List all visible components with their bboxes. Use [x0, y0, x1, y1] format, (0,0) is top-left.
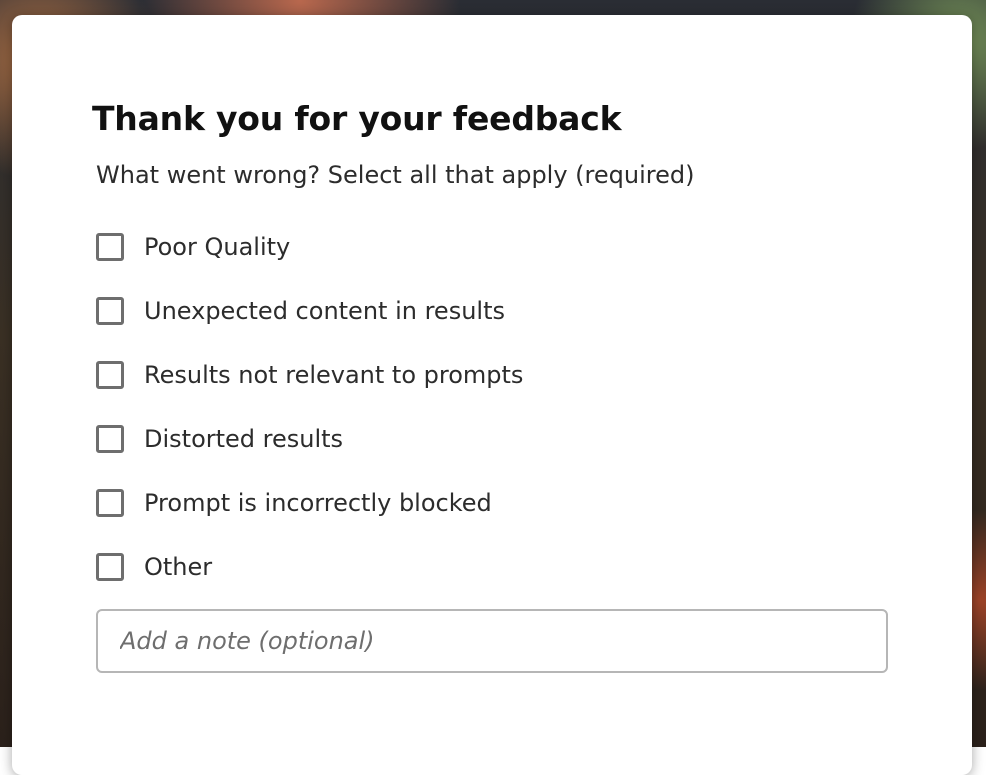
- option-poor-quality[interactable]: Poor Quality: [96, 215, 896, 279]
- option-other[interactable]: Other: [96, 535, 896, 599]
- feedback-options: Poor Quality Unexpected content in resul…: [96, 215, 896, 599]
- feedback-dialog: Thank you for your feedback What went wr…: [12, 15, 972, 775]
- option-label: Results not relevant to prompts: [144, 361, 524, 389]
- option-label: Other: [144, 553, 213, 581]
- option-not-relevant[interactable]: Results not relevant to prompts: [96, 343, 896, 407]
- option-distorted[interactable]: Distorted results: [96, 407, 896, 471]
- dialog-subtitle: What went wrong? Select all that apply (…: [96, 161, 695, 189]
- checkbox[interactable]: [96, 297, 124, 325]
- option-incorrectly-blocked[interactable]: Prompt is incorrectly blocked: [96, 471, 896, 535]
- checkbox[interactable]: [96, 425, 124, 453]
- checkbox[interactable]: [96, 233, 124, 261]
- option-label: Prompt is incorrectly blocked: [144, 489, 492, 517]
- option-label: Poor Quality: [144, 233, 291, 261]
- checkbox[interactable]: [96, 361, 124, 389]
- option-label: Unexpected content in results: [144, 297, 505, 325]
- note-input[interactable]: [96, 609, 888, 673]
- option-label: Distorted results: [144, 425, 344, 453]
- checkbox[interactable]: [96, 553, 124, 581]
- option-unexpected-content[interactable]: Unexpected content in results: [96, 279, 896, 343]
- dialog-title: Thank you for your feedback: [92, 99, 622, 138]
- checkbox[interactable]: [96, 489, 124, 517]
